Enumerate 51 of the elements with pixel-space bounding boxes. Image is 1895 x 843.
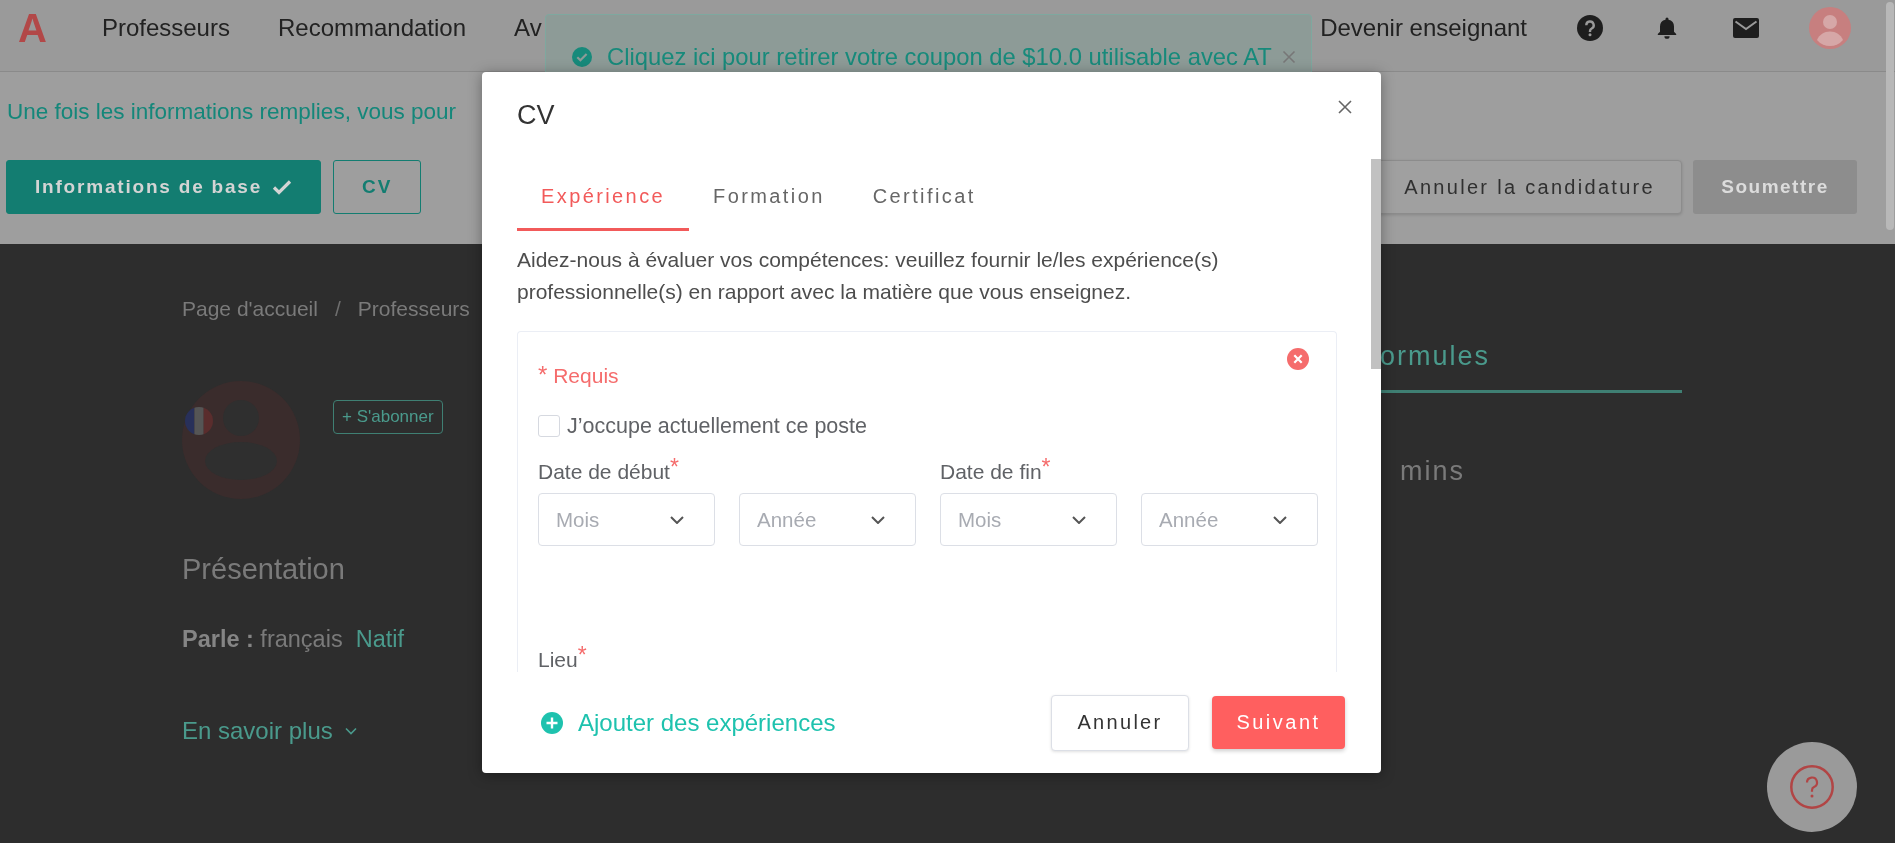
required-note: * Requis (538, 362, 619, 389)
duration-text: mins (1399, 455, 1466, 488)
add-experience-link[interactable]: Ajouter des expériences (541, 708, 836, 737)
avatar-icon[interactable] (1809, 7, 1851, 49)
chevron-down-icon (1273, 515, 1287, 524)
check-circle-icon (572, 47, 592, 67)
logo[interactable]: A (18, 6, 47, 50)
tab[interactable]: Certificat (848, 159, 1000, 231)
chevron-down-icon (1072, 515, 1086, 524)
dropdown-field[interactable]: Mois (538, 493, 715, 546)
dropdown-field[interactable]: Mois (940, 493, 1117, 546)
checkbox-label[interactable]: J’occupe actuellement ce poste (567, 413, 867, 439)
close-circle-icon[interactable] (1287, 348, 1309, 370)
chevron-down-icon (871, 515, 885, 524)
check-icon (272, 179, 293, 195)
cancel-button[interactable]: Annuler (1051, 694, 1189, 751)
dropdown-field[interactable]: Année (1141, 493, 1318, 546)
plus-circle-icon (541, 711, 563, 734)
read-more-link[interactable]: En savoir plus (182, 716, 357, 746)
follow-button[interactable]: + S'abonner (333, 400, 443, 434)
next-button[interactable]: Suivant (1212, 696, 1345, 749)
mail-icon[interactable] (1733, 18, 1759, 38)
nav-link[interactable]: Av (514, 13, 542, 43)
dropdown-field[interactable]: Année (739, 493, 916, 546)
step-button[interactable]: CV (333, 160, 422, 214)
breadcrumb-link[interactable]: Professeurs (357, 295, 470, 323)
checkbox[interactable] (538, 415, 560, 437)
spoken-language-text: Parle : français Natif (182, 625, 405, 653)
notice-text: Une fois les informations remplies, vous pour (7, 98, 456, 126)
step-button[interactable]: Informations de base (6, 160, 322, 214)
scrollbar-thumb[interactable] (1886, 2, 1894, 230)
nav-link[interactable]: Professeurs (101, 13, 230, 43)
section-heading: Présentation (182, 552, 345, 587)
instruction-text: Aidez-nous à évaluer vos compétences: veuillez fournir le/les expérience(s) professionnelle(s) en rapport avec la matière que vous enseignez. (517, 247, 1220, 305)
chevron-down-icon (344, 727, 357, 735)
flag-icon (185, 407, 213, 435)
breadcrumb-link[interactable]: Page d'accueil (182, 295, 318, 323)
bell-icon[interactable] (1655, 16, 1679, 40)
chevron-down-icon (670, 515, 684, 524)
dialog-title: CV (517, 99, 555, 132)
nav-link[interactable]: Devenir enseignant (1320, 13, 1527, 43)
tab[interactable]: Formation (689, 159, 849, 231)
help-icon (1790, 765, 1834, 809)
scrollbar-thumb[interactable] (1371, 159, 1381, 369)
notification-text: Cliquez ici pour retirer votre coupon de $10.0 utilisable avec AT (607, 43, 1272, 71)
tab[interactable]: Expérience (517, 159, 690, 231)
help-icon[interactable] (1577, 15, 1603, 41)
breadcrumb-separator: / (334, 296, 341, 322)
nav-link[interactable]: Recommandation (277, 13, 467, 43)
close-icon[interactable] (1338, 100, 1352, 114)
profile-avatar-icon (182, 381, 300, 499)
